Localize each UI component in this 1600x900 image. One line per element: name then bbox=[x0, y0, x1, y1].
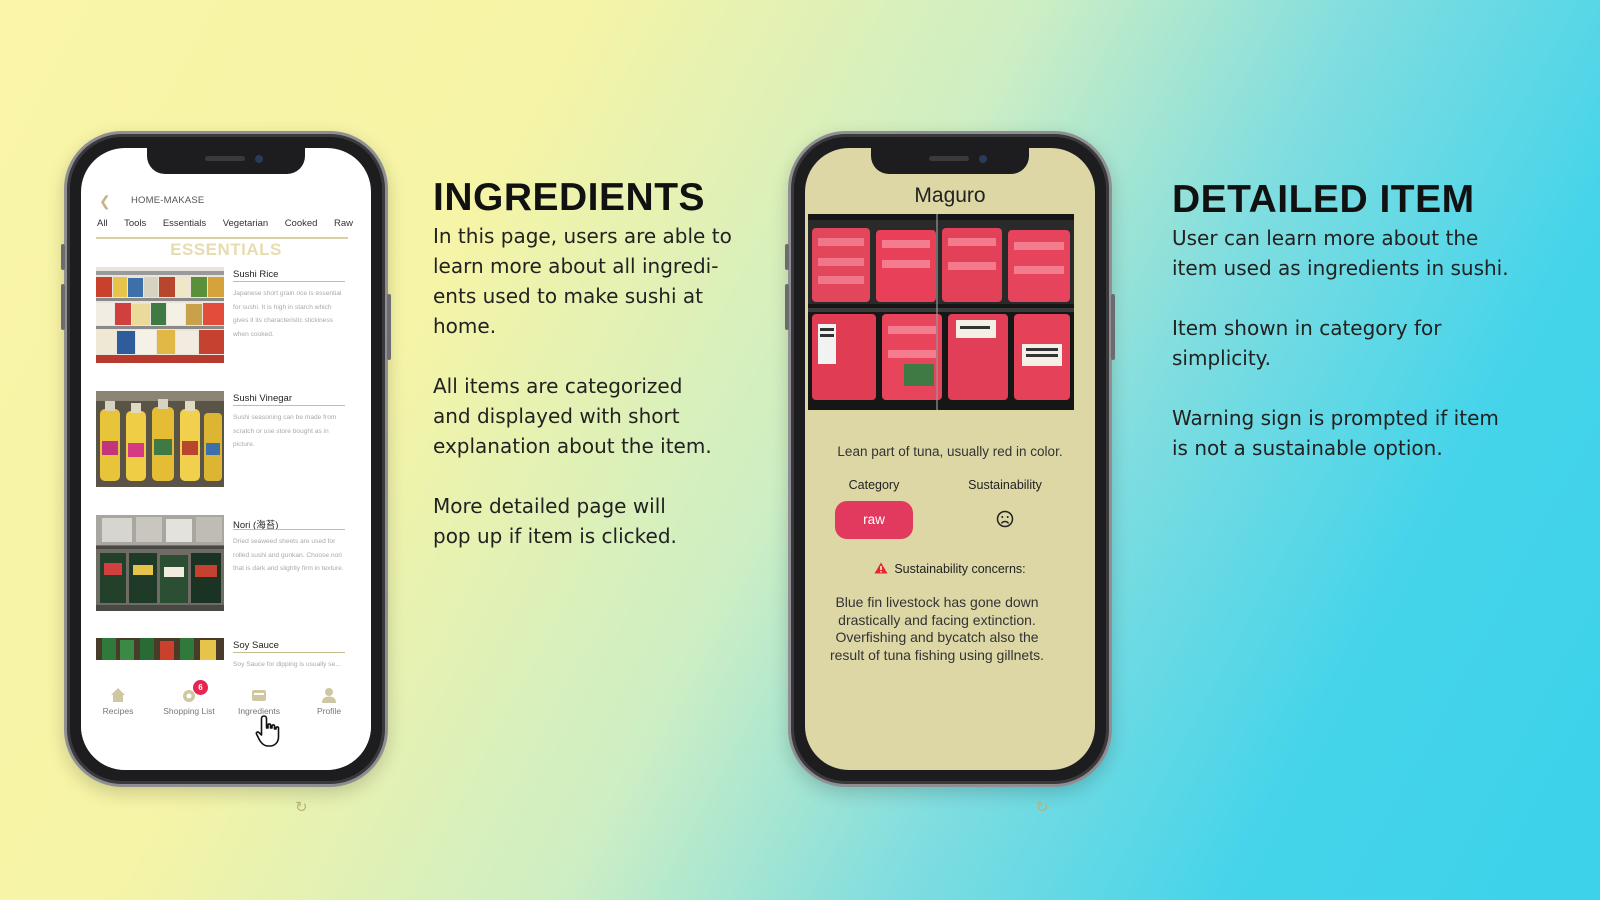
back-chevron-icon[interactable]: ❮ bbox=[99, 192, 111, 210]
ingredients-paragraph: All items are categorized and displayed … bbox=[433, 374, 712, 458]
ingredients-heading: INGREDIENTS bbox=[433, 176, 706, 219]
sustainability-concerns-text: Blue fin livestock has gone down drastic… bbox=[829, 594, 1044, 663]
list-item[interactable]: Sushi Vinegar Sushi seasoning can be mad… bbox=[96, 391, 348, 491]
tab-ingredients[interactable]: Ingredients bbox=[227, 686, 291, 747]
detailed-item-phone-mockup: Maguro Lean part of tuna, usually red in… bbox=[785, 131, 1115, 787]
category-tab-vegetarian[interactable]: Vegetarian bbox=[223, 218, 268, 234]
category-raw-button[interactable]: raw bbox=[835, 501, 913, 539]
tab-shopping-list[interactable]: 6 Shopping List bbox=[157, 680, 221, 716]
cart-count-badge: 6 bbox=[193, 680, 208, 695]
category-tab-all[interactable]: All bbox=[97, 218, 108, 234]
phone-side-button bbox=[785, 284, 789, 330]
detailed-item-heading: DETAILED ITEM bbox=[1172, 178, 1475, 221]
item-divider bbox=[233, 652, 345, 653]
item-description: Soy Sauce for dipping is usually se... bbox=[233, 661, 341, 668]
sustainability-concerns-label: Sustainability concerns: bbox=[894, 562, 1026, 576]
item-description: Dried seaweed sheets are used for rolled… bbox=[233, 538, 344, 572]
list-item[interactable]: Soy Sauce Soy Sauce for dipping is usual… bbox=[96, 638, 348, 668]
tab-label: Shopping List bbox=[163, 706, 215, 716]
phone-notch bbox=[871, 148, 1029, 174]
sustainability-concerns-header: Sustainability concerns: bbox=[805, 562, 1095, 577]
tab-label: Profile bbox=[316, 706, 342, 716]
sustainability-label: Sustainability bbox=[968, 478, 1042, 492]
item-divider bbox=[233, 281, 345, 282]
category-tab-essentials[interactable]: Essentials bbox=[163, 218, 206, 234]
item-title: Maguro bbox=[914, 184, 986, 207]
profile-icon bbox=[320, 686, 338, 704]
phone-side-button bbox=[387, 294, 391, 360]
nori-image bbox=[96, 515, 224, 611]
ingredients-screen: ❮ HOME-MAKASE All Tools Essentials Veget… bbox=[81, 148, 371, 770]
sad-face-icon bbox=[996, 510, 1014, 528]
phone-side-button bbox=[61, 244, 65, 270]
home-icon bbox=[109, 686, 127, 704]
category-tab-cooked[interactable]: Cooked bbox=[285, 218, 318, 234]
category-label: Category bbox=[848, 478, 900, 492]
item-description: Lean part of tuna, usually red in color. bbox=[837, 444, 1063, 459]
phone-side-button bbox=[785, 244, 789, 270]
detailed-item-paragraph: Item shown in category for simplicity. bbox=[1172, 316, 1442, 370]
ingredients-paragraph: In this page, users are able to learn mo… bbox=[433, 224, 732, 338]
detailed-item-paragraph: Warning sign is prompted if item is not … bbox=[1172, 406, 1499, 460]
sushi-rice-image bbox=[96, 267, 224, 363]
soy-sauce-image bbox=[96, 638, 224, 660]
item-divider bbox=[233, 529, 345, 530]
category-tab-raw[interactable]: Raw bbox=[334, 218, 353, 234]
phone-side-button bbox=[61, 284, 65, 330]
item-description: Japanese short grain rice is essential f… bbox=[233, 290, 342, 338]
loading-mark-icon: ↻ bbox=[295, 799, 308, 816]
ingredients-phone-mockup: ❮ HOME-MAKASE All Tools Essentials Veget… bbox=[61, 131, 391, 787]
section-title: ESSENTIALS bbox=[170, 240, 282, 259]
item-divider bbox=[233, 405, 345, 406]
item-description: Sushi seasoning can be made from scratch… bbox=[233, 414, 337, 448]
tab-label: Recipes bbox=[102, 706, 134, 716]
item-name: Sushi Rice bbox=[233, 269, 279, 280]
list-item[interactable]: Nori (海苔) Dried seaweed sheets are used … bbox=[96, 515, 348, 615]
detailed-item-screen: Maguro Lean part of tuna, usually red in… bbox=[805, 148, 1095, 770]
tab-profile[interactable]: Profile bbox=[297, 686, 361, 716]
category-divider bbox=[96, 237, 348, 239]
loading-mark-icon: ↻ bbox=[1036, 799, 1049, 816]
sushi-vinegar-image bbox=[96, 391, 224, 487]
item-name: Soy Sauce bbox=[233, 640, 279, 651]
category-tab-tools[interactable]: Tools bbox=[124, 218, 146, 234]
category-tabs: All Tools Essentials Vegetarian Cooked R… bbox=[97, 218, 353, 234]
detailed-item-paragraph: User can learn more about the item used … bbox=[1172, 226, 1509, 280]
bottom-tab-bar: Recipes 6 Shopping List Ingredients Prof… bbox=[81, 680, 371, 770]
list-item[interactable]: Sushi Rice Japanese short grain rice is … bbox=[96, 267, 348, 367]
pointer-hand-icon bbox=[255, 714, 283, 753]
ingredients-icon bbox=[250, 686, 268, 704]
ingredients-paragraph: More detailed page will pop up if item i… bbox=[433, 494, 677, 548]
screen-title: HOME-MAKASE bbox=[131, 195, 205, 206]
maguro-image bbox=[808, 214, 1074, 410]
warning-icon bbox=[874, 562, 888, 577]
item-name: Sushi Vinegar bbox=[233, 393, 292, 404]
phone-notch bbox=[147, 148, 305, 174]
screen-header: ❮ HOME-MAKASE bbox=[99, 192, 349, 210]
tab-recipes[interactable]: Recipes bbox=[86, 686, 150, 716]
phone-side-button bbox=[1111, 294, 1115, 360]
